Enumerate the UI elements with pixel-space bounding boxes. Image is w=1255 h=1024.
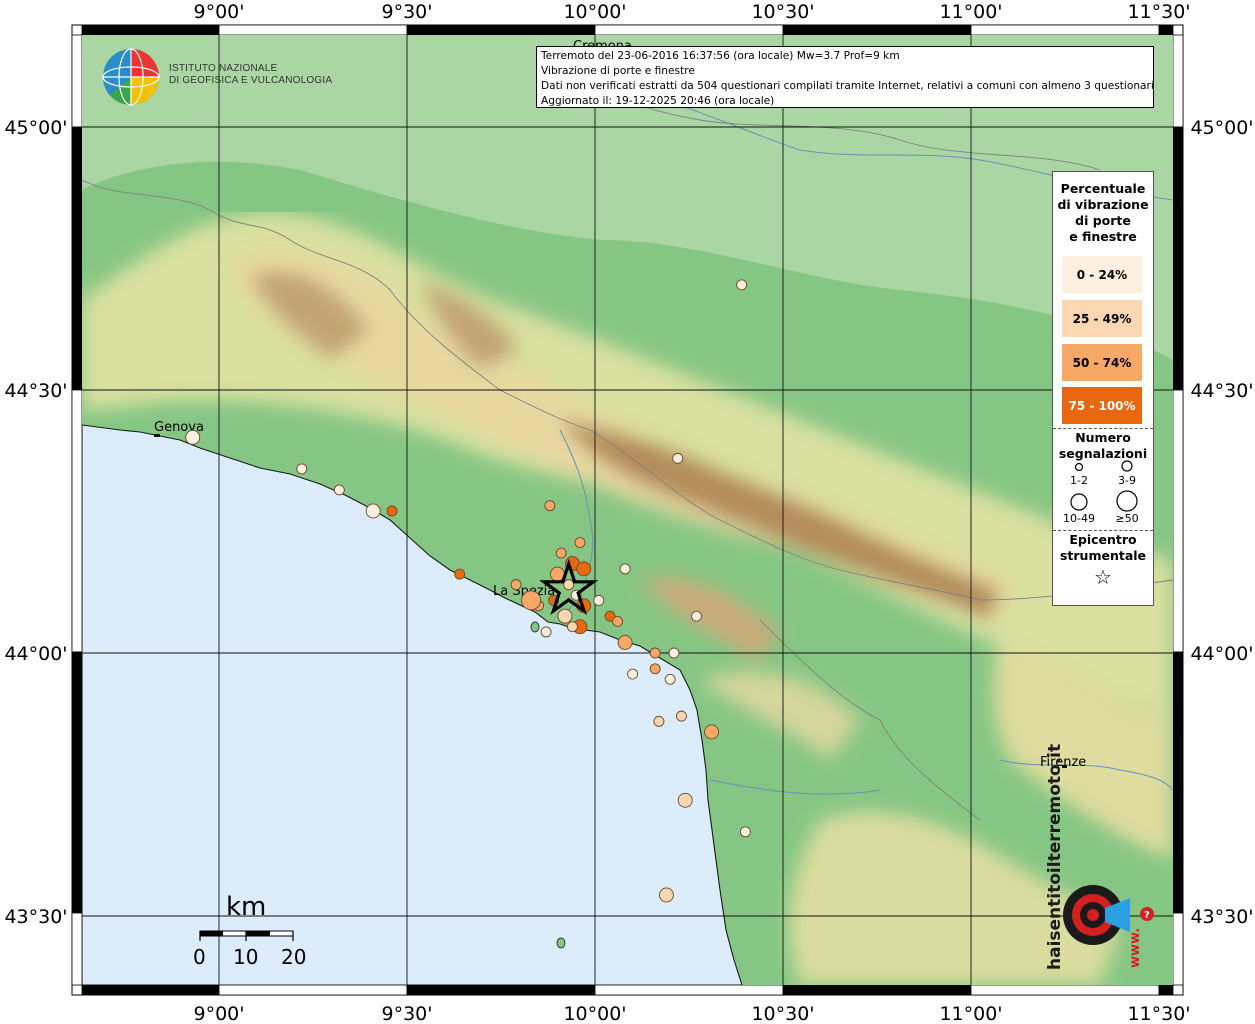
- lat-label-left: 45°00': [4, 117, 67, 139]
- report-marker-r22: [593, 594, 605, 606]
- lat-label-right: 44°00': [1190, 643, 1253, 665]
- event-title: Terremoto del 23-06-2016 16:37:56 (ora l…: [541, 50, 900, 62]
- report-marker-r19: [563, 579, 575, 591]
- report-marker-spezia: [521, 590, 542, 611]
- legend-class-3: 75 - 100%: [1062, 387, 1142, 424]
- report-marker-r5: [454, 568, 466, 580]
- scale-label-10: 10: [233, 945, 258, 969]
- scale-label-0: 0: [193, 945, 206, 969]
- legend-class-1-label: 25 - 49%: [1072, 311, 1132, 326]
- legend-class-1: 25 - 49%: [1062, 300, 1142, 337]
- lon-label-bottom: 10°30': [751, 1003, 814, 1024]
- svg-text:?: ?: [1144, 910, 1150, 921]
- report-marker-r28: [649, 647, 661, 659]
- lon-label-top: 11°30': [1127, 1, 1190, 23]
- event-updated: Aggiornato il: 19-12-2025 20:46 (ora loc…: [541, 95, 775, 107]
- ingv-name-line2: DI GEOFISICA E VULCANOLOGIA: [169, 75, 333, 86]
- scale-label-20: 20: [281, 945, 306, 969]
- lat-label-right: 44°30': [1190, 380, 1253, 402]
- watermark-text: haisentitoilterremoto.it: [1045, 744, 1065, 970]
- legend-epicenter-title: Epicentro strumentale: [1059, 532, 1147, 563]
- lat-label-right: 43°30': [1190, 906, 1253, 928]
- report-marker-r31: [664, 673, 676, 685]
- report-marker-r17: [574, 537, 586, 548]
- report-marker-r36: [672, 452, 684, 464]
- legend-title: Percentuale di vibrazione di porte e fin…: [1057, 181, 1149, 244]
- report-marker-r33: [676, 710, 687, 722]
- legend-divider-2: [1053, 530, 1153, 531]
- report-marker-r38: [677, 792, 693, 808]
- lat-label-left: 44°30': [4, 380, 67, 402]
- lon-label-bottom: 11°30': [1127, 1003, 1190, 1024]
- legend-class-2: 50 - 74%: [1062, 344, 1142, 381]
- lon-label-top: 9°00': [194, 1, 245, 23]
- report-marker-r9: [557, 608, 573, 624]
- report-marker-r37: [736, 279, 748, 291]
- report-marker-r6: [510, 579, 522, 591]
- lon-label-bottom: 9°00': [194, 1003, 245, 1024]
- event-data-note: Dati non verificati estratti da 504 ques…: [541, 80, 1154, 92]
- island-palmaria: [530, 621, 540, 633]
- lon-label-bottom: 10°00': [563, 1003, 626, 1024]
- lat-label-left: 44°00': [4, 643, 67, 665]
- legend-size-10-49: 10-49: [1063, 512, 1095, 525]
- lon-label-bottom: 9°30': [382, 1003, 433, 1024]
- event-subtitle: Vibrazione di porte e finestre: [541, 65, 695, 77]
- lon-label-top: 11°00': [939, 1, 1002, 23]
- report-marker-r39: [739, 826, 751, 838]
- ingv-name: ISTITUTO NAZIONALE DI GEOFISICA E VULCAN…: [169, 63, 332, 87]
- lon-label-bottom: 11°00': [939, 1003, 1002, 1024]
- lon-label-top: 10°00': [563, 1, 626, 23]
- report-marker-r30: [627, 668, 639, 680]
- report-marker-r24: [612, 615, 624, 627]
- event-info-box: Terremoto del 23-06-2016 16:37:56 (ora l…: [536, 46, 1154, 108]
- report-marker-r25: [617, 635, 633, 650]
- report-marker-r27: [649, 663, 661, 675]
- report-marker-r11: [566, 621, 578, 633]
- lon-label-top: 9°30': [382, 1, 433, 23]
- ingv-name-line1: ISTITUTO NAZIONALE: [169, 63, 278, 74]
- lat-label-right: 45°00': [1190, 117, 1253, 139]
- legend-size-3-9: 3-9: [1118, 474, 1136, 487]
- scale-unit: km: [226, 892, 266, 922]
- lon-label-top: 10°30': [751, 1, 814, 23]
- report-marker-r2: [333, 484, 345, 496]
- ingv-logo-icon: [102, 48, 160, 106]
- island-gorgona: [556, 937, 566, 949]
- report-marker-r8: [540, 626, 552, 638]
- legend-class-0: 0 - 24%: [1062, 256, 1142, 293]
- report-marker-r34: [704, 724, 720, 740]
- report-marker-r15: [576, 561, 592, 577]
- report-marker-genova: [185, 429, 201, 445]
- legend-size-50: ≥50: [1115, 512, 1139, 525]
- lat-label-left: 43°30': [4, 906, 67, 928]
- map-legend: Percentuale di vibrazione di porte e fin…: [1052, 171, 1154, 606]
- report-marker-r18: [544, 500, 556, 512]
- report-marker-r26: [619, 563, 631, 575]
- report-marker-r4: [386, 505, 398, 517]
- legend-class-0-label: 0 - 24%: [1076, 267, 1128, 282]
- report-marker-r40: [658, 887, 674, 903]
- report-marker-r16: [555, 547, 567, 559]
- legend-class-2-label: 50 - 74%: [1072, 355, 1132, 370]
- watermark-url: www.: [1128, 928, 1143, 968]
- legend-class-3-label: 75 - 100%: [1068, 398, 1136, 413]
- report-marker-r29: [668, 647, 680, 659]
- report-marker-r35: [691, 610, 702, 622]
- report-marker-r32: [653, 715, 665, 727]
- report-marker-r3: [365, 503, 381, 519]
- legend-divider: [1053, 428, 1153, 429]
- report-marker-r1: [296, 463, 308, 475]
- legend-star-icon: ☆: [1094, 565, 1112, 589]
- legend-size-1-2: 1-2: [1070, 474, 1088, 487]
